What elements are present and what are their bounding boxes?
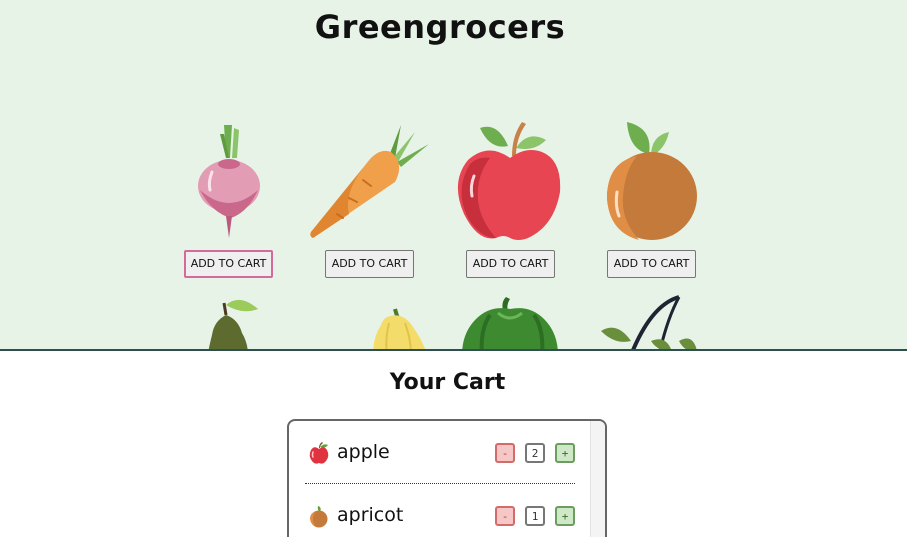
apricot-icon: [310, 506, 328, 528]
quantity-value: 2: [525, 443, 545, 463]
cart-list[interactable]: apple - 2 + apricot - 1 +: [287, 419, 607, 537]
increase-quantity-button[interactable]: +: [555, 443, 575, 463]
cart-item-name: apple: [337, 441, 390, 463]
apple-icon: [457, 122, 561, 240]
store-section: Greengrocers ADD TO CART ADD TO CART ADD…: [0, 0, 907, 349]
decrease-quantity-button[interactable]: -: [495, 506, 515, 526]
quantity-value: 1: [525, 506, 545, 526]
product-card-carrot: ADD TO CART: [309, 120, 429, 300]
add-to-cart-button-carrot[interactable]: ADD TO CART: [325, 250, 414, 278]
page: Greengrocers ADD TO CART ADD TO CART ADD…: [0, 0, 907, 537]
product-card-avocado: [168, 295, 288, 349]
product-card-eggplant: [591, 295, 711, 349]
cart-scrollbar[interactable]: [590, 421, 605, 537]
product-card-squash: [309, 295, 429, 349]
pepper-icon: [462, 297, 558, 349]
cart-item-apricot: apricot - 1 +: [305, 496, 577, 536]
add-to-cart-button-beetroot[interactable]: ADD TO CART: [184, 250, 273, 278]
carrot-icon: [310, 125, 429, 238]
product-card-apricot: ADD TO CART: [591, 120, 711, 300]
cart-item-apple: apple - 2 +: [305, 433, 577, 473]
add-to-cart-button-apple[interactable]: ADD TO CART: [466, 250, 555, 278]
cart-item-divider: [305, 483, 575, 484]
apricot-icon: [607, 122, 697, 240]
cart-item-name: apricot: [337, 504, 404, 526]
avocado-icon: [208, 299, 258, 349]
product-card-pepper: [450, 295, 570, 349]
product-card-beetroot: ADD TO CART: [168, 120, 288, 300]
apple-icon: [309, 442, 329, 464]
cart-title: Your Cart: [389, 370, 506, 395]
eggplant-icon: [601, 295, 697, 349]
product-card-apple: ADD TO CART: [450, 120, 570, 300]
increase-quantity-button[interactable]: +: [555, 506, 575, 526]
decrease-quantity-button[interactable]: -: [495, 443, 515, 463]
beetroot-icon: [198, 125, 260, 238]
add-to-cart-button-apricot[interactable]: ADD TO CART: [607, 250, 696, 278]
squash-icon: [373, 308, 425, 349]
page-title: Greengrocers: [314, 8, 566, 46]
section-divider: [0, 349, 907, 351]
